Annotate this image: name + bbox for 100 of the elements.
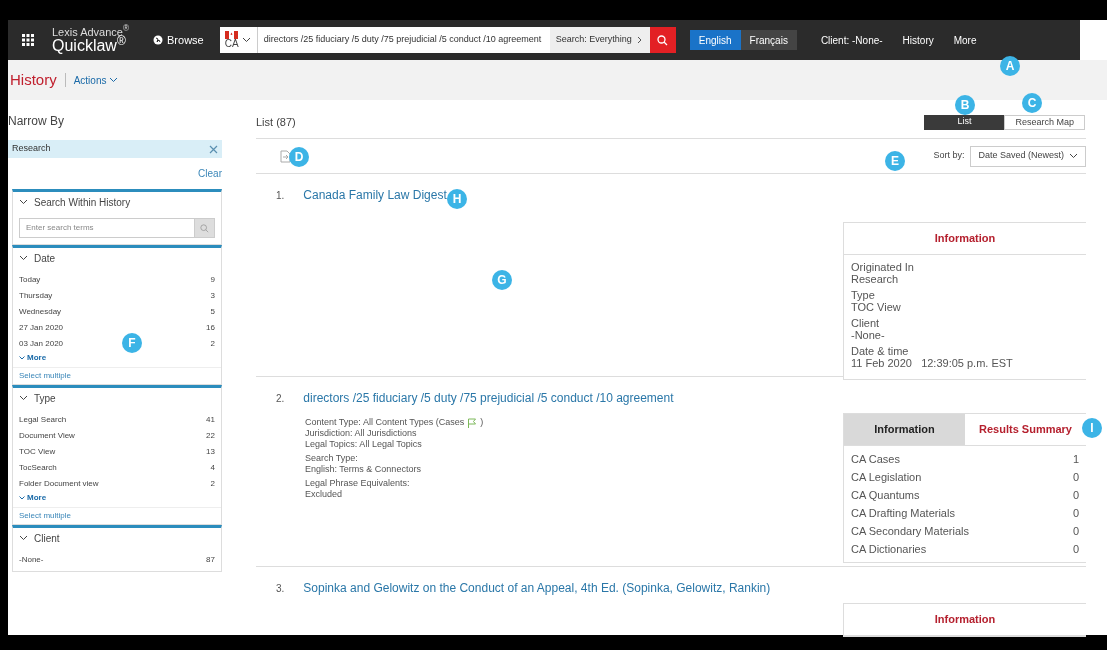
browse-button[interactable]: Browse bbox=[153, 31, 204, 49]
search-detail: Legal Topics: All Legal Topics bbox=[305, 439, 422, 450]
field-value: -None- bbox=[851, 329, 886, 341]
card-tab[interactable]: Information bbox=[844, 414, 965, 445]
search-button[interactable] bbox=[649, 27, 676, 53]
chevron-icon bbox=[636, 36, 642, 44]
client-selector[interactable]: Client: -None- bbox=[820, 32, 883, 48]
actions-menu[interactable]: Actions bbox=[73, 72, 119, 88]
result-count: 0 bbox=[1072, 487, 1079, 503]
result-count: 0 bbox=[1072, 541, 1079, 557]
chevron-icon bbox=[19, 535, 28, 541]
flag-icon bbox=[467, 417, 478, 428]
grid-menu-icon[interactable] bbox=[22, 34, 34, 46]
sort-dropdown[interactable]: Date Saved (Newest) bbox=[970, 145, 1086, 167]
more-link[interactable]: More bbox=[19, 352, 47, 364]
item-number: 3. bbox=[276, 581, 285, 596]
flag-icon bbox=[225, 31, 239, 39]
item-title-link[interactable]: Sopinka and Gelowitz on the Conduct of an Appeal, 4th Ed. (Sopinka, Gelowitz, Rankin) bbox=[303, 579, 771, 597]
chevron-icon bbox=[19, 395, 28, 401]
search-icon bbox=[200, 223, 209, 233]
field-value: TOC View bbox=[851, 301, 902, 313]
option-count: 13 bbox=[206, 446, 215, 458]
result-category: CA Legislation bbox=[851, 469, 922, 485]
search-within-field[interactable]: Enter search terms bbox=[19, 218, 195, 238]
filter-option[interactable]: 03 Jan 2020 bbox=[19, 338, 64, 350]
result-category: CA Secondary Materials bbox=[851, 523, 969, 539]
result-count: 0 bbox=[1072, 523, 1079, 539]
country-code: CA bbox=[224, 39, 239, 49]
item-title-link[interactable]: directors /25 fiduciary /5 duty /75 prejudicial /5 conduct /10 agreement bbox=[303, 389, 674, 407]
section-header[interactable]: Client bbox=[13, 528, 221, 548]
more-link[interactable]: More bbox=[19, 492, 47, 504]
sort-label: Sort by: bbox=[933, 149, 965, 163]
nav-link[interactable]: History bbox=[902, 32, 934, 48]
filter-option[interactable]: Thursday bbox=[19, 290, 53, 302]
item-title-link[interactable]: Canada Family Law Digest bbox=[303, 186, 447, 204]
chevron-icon bbox=[19, 199, 28, 205]
result-count: 1 bbox=[1072, 451, 1079, 467]
result-category: CA Quantums bbox=[851, 487, 920, 503]
chevron-icon bbox=[109, 77, 119, 83]
select-multiple-link[interactable]: Select multiple bbox=[19, 510, 72, 522]
result-category: CA Cases bbox=[851, 451, 900, 467]
filter-option[interactable]: TOC View bbox=[19, 446, 56, 458]
close-icon[interactable] bbox=[209, 144, 218, 154]
brand-name: Quicklaw$^{®}$ bbox=[52, 37, 127, 54]
globe-icon bbox=[153, 35, 164, 45]
option-count: 2 bbox=[210, 338, 215, 350]
search-detail: Legal Phrase Equivalents: bbox=[305, 478, 410, 489]
result-category: CA Drafting Materials bbox=[851, 505, 955, 521]
option-count: 4 bbox=[210, 462, 215, 474]
search-detail: Content Type: All Content Types (Cases bbox=[305, 417, 465, 428]
language-toggle[interactable]: English bbox=[689, 30, 741, 50]
filter-option[interactable]: Today bbox=[19, 274, 41, 286]
section-header[interactable]: Search Within History bbox=[13, 192, 221, 212]
item-number: 1. bbox=[276, 188, 285, 203]
section-header[interactable]: Date bbox=[13, 248, 221, 268]
country-selector[interactable]: CA bbox=[219, 27, 258, 53]
option-count: 2 bbox=[210, 478, 215, 490]
option-count: 3 bbox=[210, 290, 215, 302]
result-count: 0 bbox=[1072, 505, 1079, 521]
result-count: 0 bbox=[1072, 469, 1079, 485]
section-header[interactable]: Type bbox=[13, 388, 221, 408]
chip-label: Research bbox=[12, 142, 51, 156]
filter-option[interactable]: Document View bbox=[19, 430, 75, 442]
field-label: Client bbox=[851, 317, 881, 329]
view-tab[interactable]: Research Map bbox=[1004, 114, 1085, 130]
field-value: 11 Feb 2020 12:39:05 p.m. EST bbox=[851, 357, 1014, 369]
field-label: Date & time bbox=[851, 345, 910, 357]
filter-option[interactable]: Legal Search bbox=[19, 414, 67, 426]
clear-link[interactable]: Clear bbox=[198, 166, 222, 181]
search-detail: English: Terms & Connectors bbox=[305, 464, 421, 475]
filter-option[interactable]: Folder Document view bbox=[19, 478, 99, 490]
chevron-icon bbox=[1069, 153, 1078, 159]
chevron-icon bbox=[241, 37, 251, 43]
view-tab[interactable]: List bbox=[924, 114, 1005, 130]
search-detail: ) bbox=[480, 417, 484, 428]
search-detail: Excluded bbox=[305, 489, 343, 500]
chevron-icon bbox=[19, 356, 25, 360]
export-icon[interactable] bbox=[280, 149, 291, 163]
filter-option[interactable]: TocSearch bbox=[19, 462, 57, 474]
filter-option[interactable]: -None- bbox=[19, 554, 44, 566]
filter-option[interactable]: Wednesday bbox=[19, 306, 62, 318]
search-detail: Search Type: bbox=[305, 453, 358, 464]
search-field[interactable]: directors /25 fiduciary /5 duty /75 prejudicial /5 conduct /10 agreement bbox=[257, 27, 550, 53]
list-heading: List (87) bbox=[256, 114, 296, 130]
select-multiple-link[interactable]: Select multiple bbox=[19, 370, 72, 382]
sidebar-title: Narrow By bbox=[8, 113, 65, 130]
option-count: 41 bbox=[206, 414, 215, 426]
item-number: 2. bbox=[276, 391, 285, 406]
option-count: 87 bbox=[206, 554, 215, 566]
search-detail: Jurisdiction: All Jurisdictions bbox=[305, 428, 417, 439]
chevron-icon bbox=[19, 496, 25, 500]
nav-link[interactable]: More bbox=[953, 32, 977, 48]
field-value: Research bbox=[851, 273, 900, 285]
search-scope-button[interactable]: Search: Everything bbox=[549, 27, 650, 53]
search-icon bbox=[657, 34, 669, 46]
chevron-icon bbox=[19, 255, 28, 261]
field-label: Type bbox=[851, 289, 876, 301]
option-count: 22 bbox=[206, 430, 215, 442]
filter-option[interactable]: 27 Jan 2020 bbox=[19, 322, 64, 334]
option-count: 16 bbox=[206, 322, 215, 334]
